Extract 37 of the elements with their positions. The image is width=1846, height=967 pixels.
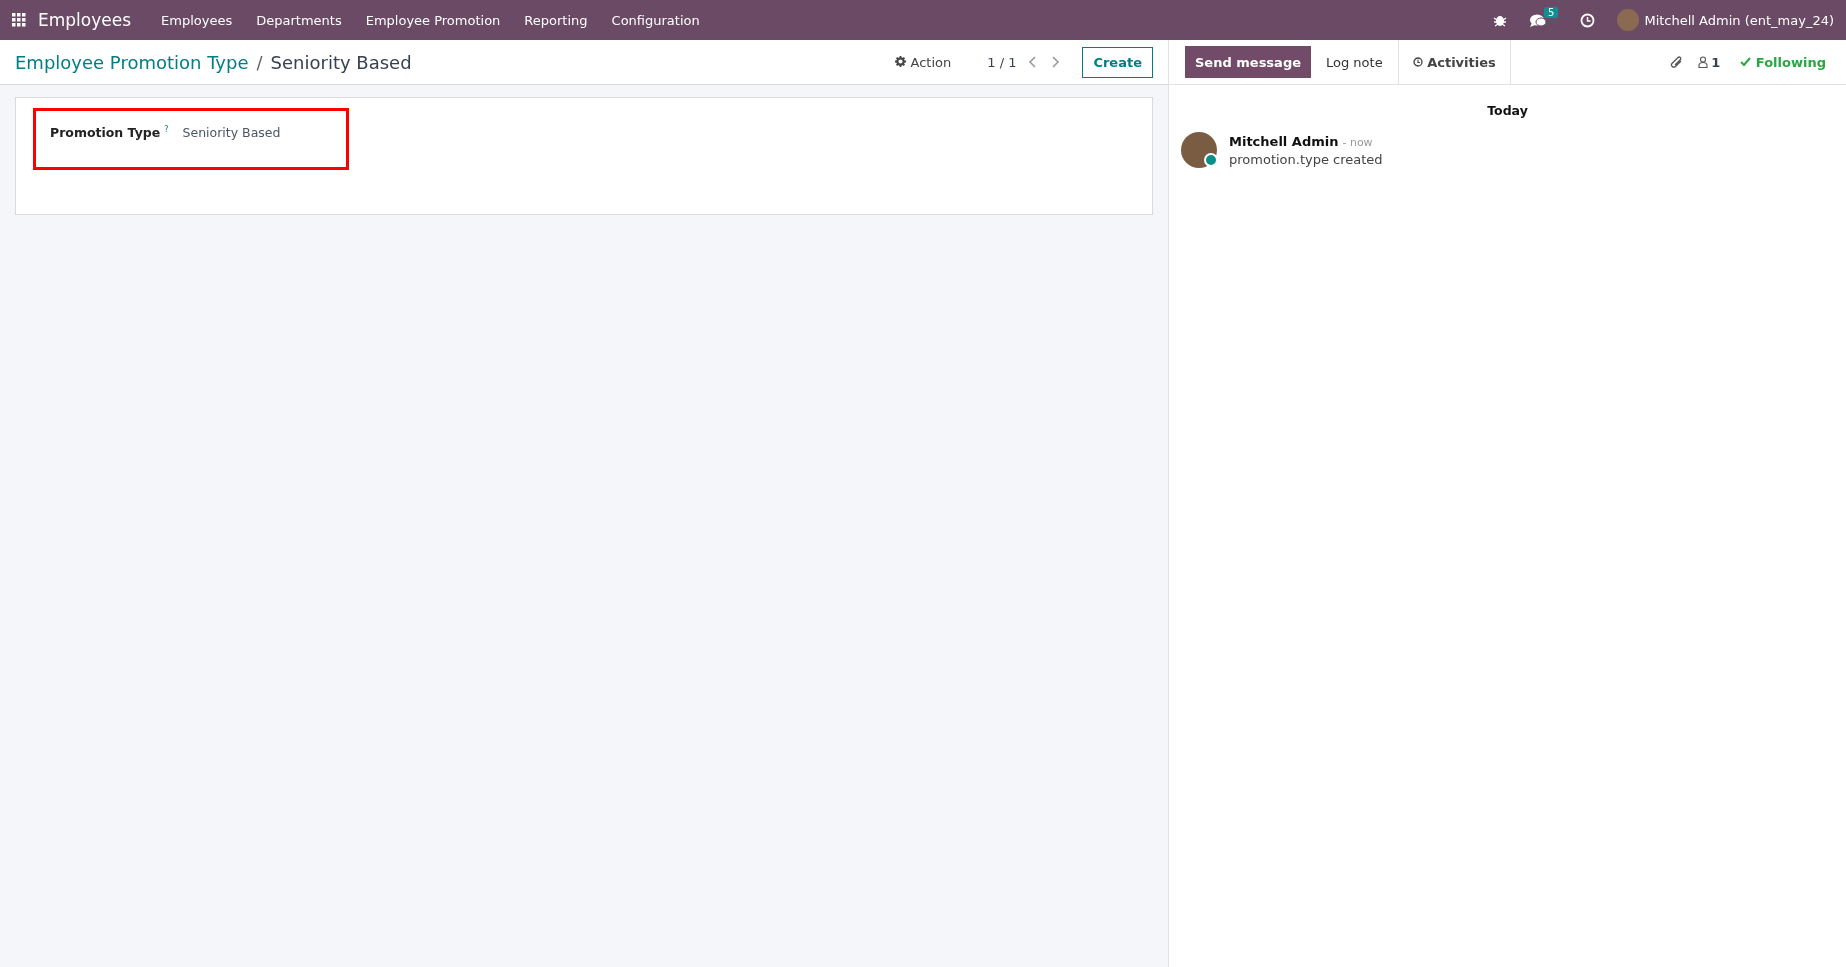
breadcrumb-link[interactable]: Employee Promotion Type	[15, 51, 249, 73]
pager-value: 1 / 1	[987, 54, 1017, 70]
clock-icon[interactable]	[1412, 56, 1423, 67]
chevron-left-icon[interactable]	[1028, 56, 1039, 68]
user-menu[interactable]: Mitchell Admin (ent_may_24)	[1617, 9, 1834, 31]
activities-button[interactable]: Activities	[1397, 40, 1511, 84]
app-grid-icon[interactable]	[12, 13, 26, 27]
person-icon[interactable]	[1698, 56, 1709, 68]
log-note-button[interactable]: Log note	[1311, 40, 1398, 84]
user-name: Mitchell Admin (ent_may_24)	[1644, 12, 1834, 28]
create-button[interactable]: Create	[1082, 46, 1153, 78]
followers-button[interactable]: 1	[1698, 54, 1721, 70]
chevron-right-icon[interactable]	[1050, 56, 1061, 68]
message-author[interactable]: Mitchell Admin	[1229, 134, 1339, 149]
record-title: Seniority Based	[270, 51, 412, 73]
field-label: Promotion Type	[50, 125, 161, 140]
menu-item[interactable]: Employees	[149, 12, 245, 28]
menu-item[interactable]: Employee Promotion	[353, 12, 513, 28]
breadcrumb-separator: /	[256, 51, 263, 73]
message-time: - now	[1342, 136, 1373, 149]
chat-icon[interactable]	[1529, 12, 1548, 28]
check-icon[interactable]	[1740, 56, 1752, 67]
author-avatar	[1181, 132, 1217, 168]
action-button[interactable]: Action	[889, 53, 958, 71]
send-message-button[interactable]: Send message	[1185, 46, 1311, 78]
followers-count: 1	[1711, 54, 1721, 70]
menu-item[interactable]: Departments	[244, 12, 354, 28]
menu-item[interactable]: Configuration	[599, 12, 712, 28]
gear-icon[interactable]	[895, 55, 907, 67]
user-avatar	[1617, 9, 1640, 31]
message-body: promotion.type created	[1229, 152, 1383, 167]
bug-icon[interactable]	[1493, 13, 1508, 27]
message-count-badge: 5	[1544, 6, 1559, 18]
help-tooltip-marker[interactable]: ?	[164, 125, 169, 134]
field-value[interactable]: Seniority Based	[182, 125, 281, 140]
menu-item[interactable]: Reporting	[512, 12, 600, 28]
app-name[interactable]: Employees	[38, 10, 132, 30]
